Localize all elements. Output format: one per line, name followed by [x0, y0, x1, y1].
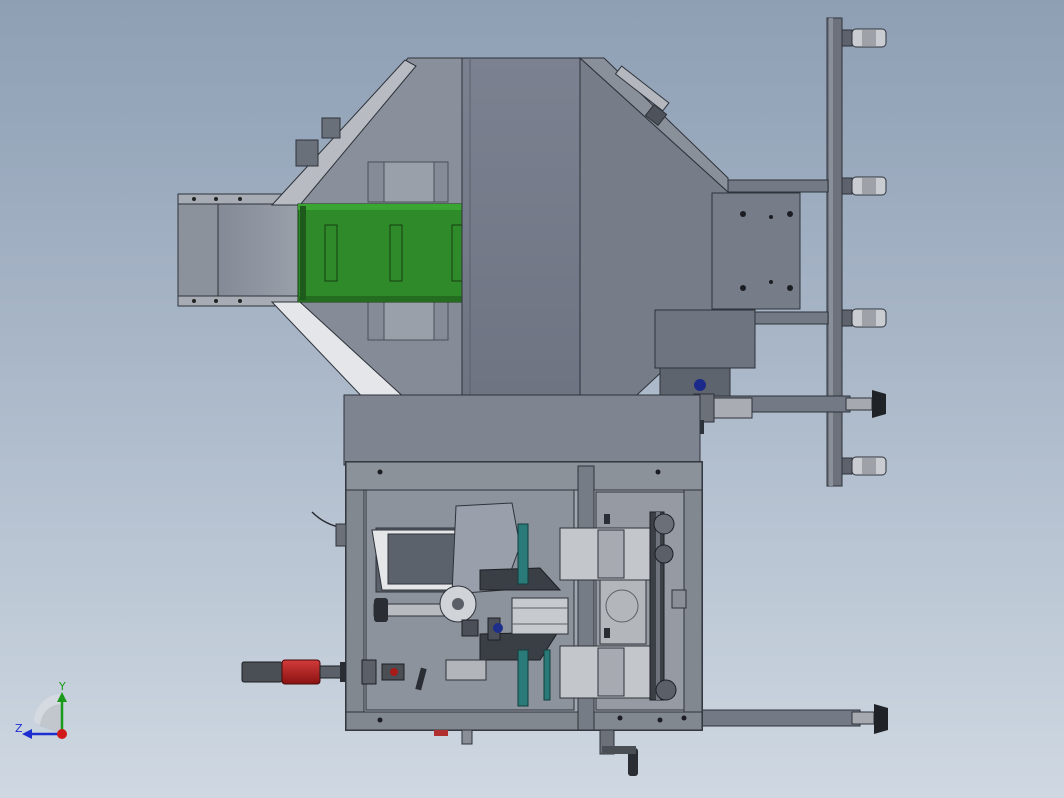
leveling-foot — [845, 390, 886, 418]
caster-roller — [841, 176, 887, 196]
motor-plate — [711, 192, 801, 310]
leveling-foot — [851, 704, 888, 734]
caster-roller — [841, 308, 887, 328]
axis-triad: Y Z — [15, 680, 67, 739]
side-bracket — [335, 523, 347, 547]
cad-viewport[interactable]: Y Z — [0, 0, 1064, 798]
z-axis-arrowhead — [22, 729, 32, 739]
machine-drawing: Y Z — [15, 17, 888, 776]
caster-roller — [841, 28, 887, 48]
green-conveyor-belt — [297, 203, 465, 303]
infeed-chute — [177, 193, 301, 307]
x-axis-origin-dot — [57, 729, 67, 739]
z-axis-label: Z — [15, 722, 23, 735]
y-axis-label: Y — [58, 680, 66, 693]
caster-roller — [841, 456, 887, 476]
bottom-crank — [434, 729, 638, 776]
